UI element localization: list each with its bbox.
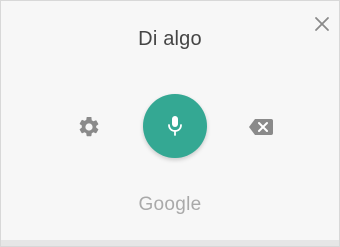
voice-prompt-text: Di algo [138,28,202,50]
google-brand-label: Google [138,194,202,215]
microphone-icon [168,116,182,136]
backspace-button[interactable] [248,117,274,137]
backspace-icon [249,119,273,135]
microphone-button[interactable] [143,94,207,158]
gear-icon [79,116,99,137]
voice-input-panel: Di algo Google [0,0,340,247]
settings-button[interactable] [77,115,101,139]
bottom-divider [1,240,339,246]
